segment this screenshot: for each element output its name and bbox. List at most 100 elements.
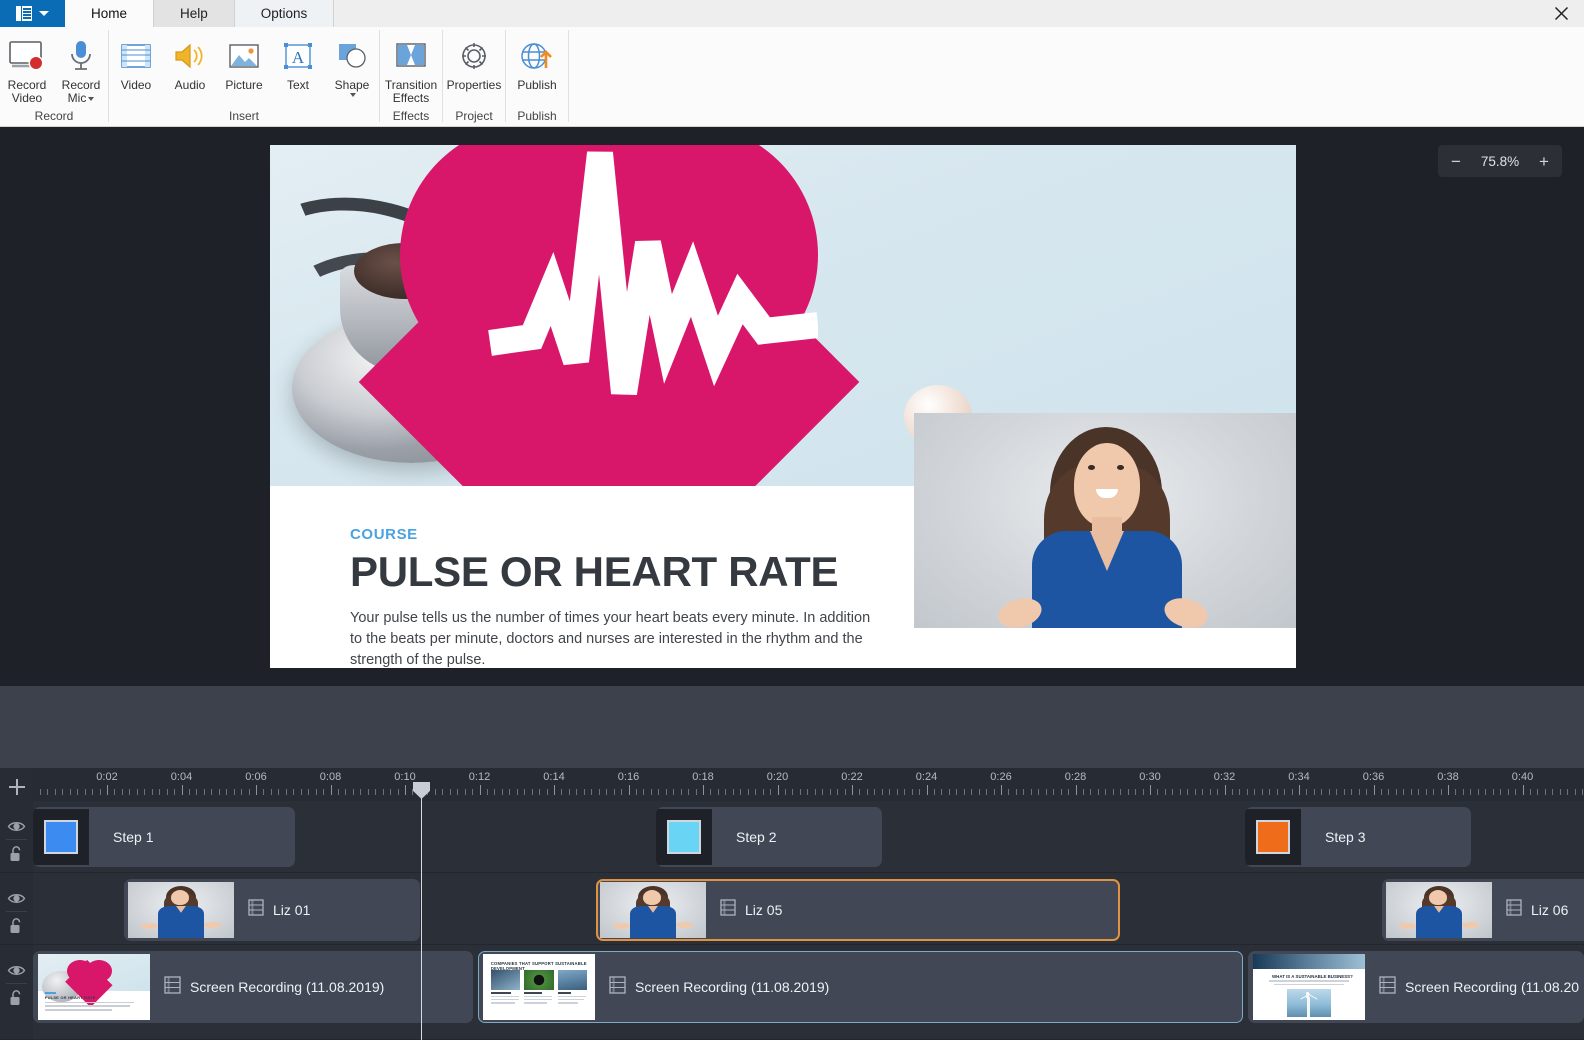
ruler-label: 0:04 [170, 771, 193, 783]
ruler-tick [613, 789, 615, 795]
chevron-down-icon [350, 93, 356, 97]
ruler-tick [1231, 789, 1233, 795]
zoom-out-button[interactable]: − [1442, 147, 1470, 175]
ruler-tick [755, 789, 757, 795]
timeline-clip[interactable]: Step 2 [656, 807, 882, 867]
ruler-tick [218, 789, 220, 795]
ruler-tick [1313, 789, 1315, 795]
ruler-tick [1544, 789, 1546, 795]
slide-canvas[interactable]: COURSE PULSE OR HEART RATE Your pulse te… [270, 145, 1296, 668]
publish-button[interactable]: Publish [506, 31, 568, 92]
ruler-tick [1202, 789, 1204, 795]
ruler-tick [524, 789, 526, 795]
timeline-clip[interactable]: Step 1 [33, 807, 295, 867]
timeline-clip[interactable]: COMPANIES THAT SUPPORT SUSTAINABLE DEVEL… [478, 951, 1243, 1023]
ruler-tick [1380, 789, 1382, 795]
ruler-tick [1500, 789, 1502, 795]
ruler-tick [703, 785, 704, 795]
insert-video-button[interactable]: Video [109, 31, 163, 92]
ruler-label: 0:40 [1511, 771, 1534, 783]
tab-help[interactable]: Help [154, 0, 235, 27]
track-screen-recording: PULSE OR HEART RATE Screen Recording (11… [0, 945, 1584, 1040]
insert-shape-button[interactable]: Shape [325, 31, 379, 97]
ruler-tick [762, 789, 764, 795]
playhead-line [421, 790, 422, 1040]
clip-label: Step 2 [736, 829, 777, 845]
ruler-tick [1529, 789, 1531, 795]
app-menu-button[interactable] [0, 0, 65, 27]
ruler-label: 0:18 [692, 771, 714, 783]
insert-audio-button[interactable]: Audio [163, 31, 217, 92]
tab-options[interactable]: Options [234, 0, 335, 27]
timeline-clip[interactable]: WHAT IS A SUSTAINABLE BUSINESS? Screen R… [1248, 951, 1584, 1023]
window-close-button[interactable] [1538, 0, 1584, 27]
ruler-tick [174, 789, 176, 795]
unlock-padlock-icon[interactable] [7, 917, 26, 936]
track-callout: Step 1 Step 2 Step 3 [0, 801, 1584, 873]
ruler-tick [911, 789, 913, 795]
insert-text-label: Text [286, 78, 309, 92]
timeline-clip[interactable]: Liz 05 [596, 879, 1120, 941]
film-strip-icon [609, 975, 626, 999]
ruler-tick [509, 789, 511, 795]
ruler-label: 0:26 [990, 771, 1012, 783]
unlock-padlock-icon[interactable] [7, 845, 26, 864]
callout-swatch-box [656, 809, 712, 865]
ruler-tick [874, 789, 876, 795]
eye-icon[interactable] [7, 889, 26, 908]
ruler-tick [1254, 789, 1256, 795]
ruler-tick [1157, 789, 1159, 795]
eye-icon[interactable] [7, 817, 26, 836]
ruler-tick [747, 789, 749, 795]
video-film-icon [119, 35, 153, 77]
ruler-tick [933, 789, 935, 795]
ruler-tick [1194, 789, 1196, 795]
timeline-clip[interactable]: Liz 06 [1382, 879, 1584, 941]
ruler-tick [643, 789, 645, 795]
timeline-ruler[interactable]: 0:02 0:04 0:06 0:08 0:10 0:12 0:14 0:16 0:18 0:20… [33, 768, 1584, 801]
ruler-tick [300, 789, 302, 795]
record-video-button[interactable]: Record Video [0, 31, 54, 105]
timeline-clip[interactable]: PULSE OR HEART RATE Screen Recording (11… [33, 951, 473, 1023]
ruler-tick [1030, 789, 1032, 795]
ruler-tick [1574, 789, 1576, 795]
eye-icon[interactable] [7, 961, 26, 980]
ruler-label: 0:20 [766, 771, 789, 783]
callout-swatch-box [1245, 809, 1301, 865]
ruler-tick [695, 789, 697, 795]
globe-upload-icon [519, 35, 555, 77]
chevron-down-icon [88, 96, 95, 101]
record-mic-button[interactable]: Record Mic [54, 31, 108, 105]
ruler-label: 0:10 [394, 771, 416, 783]
ruler-tick [486, 789, 488, 795]
ribbon-group-label-insert: Insert [228, 109, 259, 123]
timeline-clip[interactable]: Step 3 [1245, 807, 1471, 867]
chevron-down-icon [39, 11, 49, 16]
tab-home[interactable]: Home [65, 0, 155, 27]
ruler-tick [650, 789, 652, 795]
unlock-padlock-icon[interactable] [7, 989, 26, 1008]
ruler-tick [978, 789, 980, 795]
ruler-tick [1477, 789, 1479, 795]
ruler-tick [62, 789, 64, 795]
record-video-icon [8, 35, 46, 77]
shape-icon [335, 35, 369, 77]
insert-text-button[interactable]: A Text [271, 31, 325, 92]
ruler-tick [278, 789, 280, 795]
ruler-tick [1507, 789, 1509, 795]
ruler-tick [904, 789, 906, 795]
ruler-tick [688, 789, 690, 795]
track-webcam: Liz 01 Liz 05 Liz 06 [0, 873, 1584, 945]
ruler-tick [405, 785, 406, 795]
webcam-overlay[interactable] [914, 413, 1296, 628]
add-track-button[interactable] [8, 778, 26, 796]
ruler-tick [881, 789, 883, 795]
transition-effects-button[interactable]: Transition Effects [380, 31, 442, 105]
clip-thumbnail [1386, 882, 1492, 938]
timeline-clip[interactable]: Liz 01 [124, 879, 420, 941]
record-video-label: Record Video [7, 78, 47, 105]
ruler-tick [479, 785, 481, 795]
properties-button[interactable]: Properties [443, 31, 505, 92]
insert-picture-button[interactable]: Picture [217, 31, 271, 92]
zoom-in-button[interactable]: + [1530, 147, 1558, 175]
